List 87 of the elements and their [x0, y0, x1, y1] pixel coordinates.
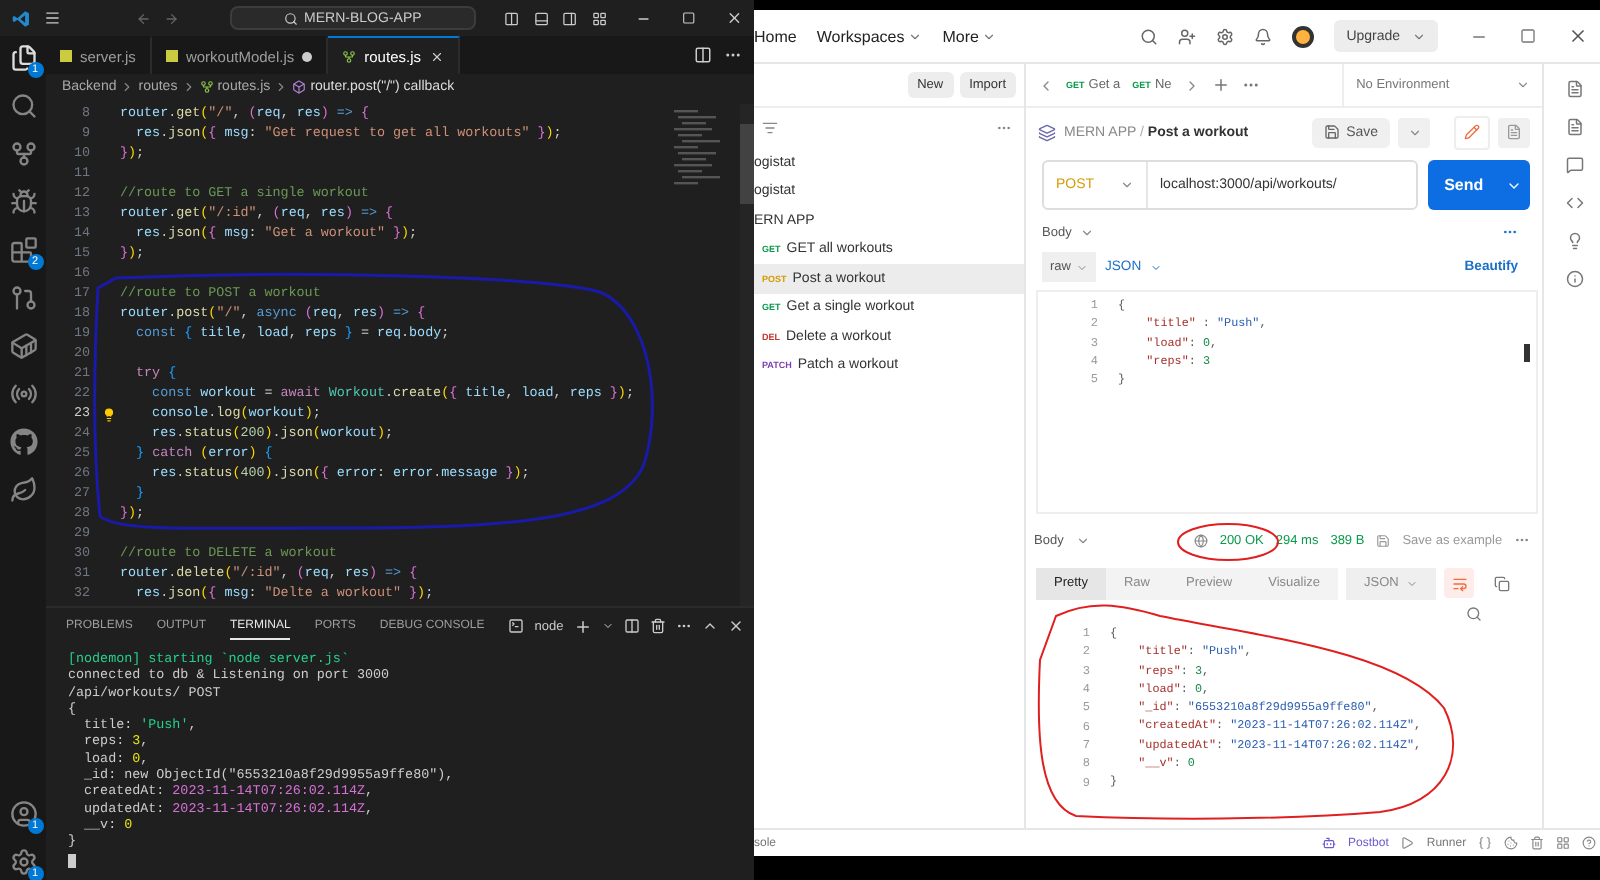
close-icon[interactable] — [727, 618, 744, 634]
app-logo-icon — [12, 7, 31, 29]
scrollbar-thumb[interactable] — [740, 124, 754, 204]
split-editor-icon[interactable] — [694, 46, 712, 64]
trash-icon[interactable] — [649, 618, 666, 634]
settings-icon[interactable] — [9, 848, 37, 876]
maximize-icon[interactable] — [681, 10, 696, 26]
panel-toggle-icon[interactable] — [533, 9, 549, 27]
braces-icon[interactable] — [1478, 836, 1493, 850]
copy-icon[interactable] — [1494, 575, 1511, 591]
code-icon[interactable] — [1565, 194, 1584, 212]
help-icon[interactable] — [1582, 836, 1597, 850]
chevron-icon[interactable] — [601, 620, 614, 632]
save-icon — [1376, 533, 1391, 547]
terminal-cursor — [68, 853, 76, 868]
pull-request-icon[interactable] — [9, 284, 37, 312]
invite-icon[interactable] — [1178, 27, 1197, 45]
back-arrow-icon[interactable] — [135, 9, 151, 27]
chevron-icon — [1407, 125, 1422, 139]
chevron-icon — [181, 79, 196, 93]
close-icon[interactable] — [429, 49, 443, 63]
docs-button[interactable] — [1498, 117, 1531, 147]
document-icon — [1506, 124, 1523, 140]
close-icon[interactable] — [1568, 26, 1589, 46]
search-icon[interactable] — [1140, 27, 1159, 45]
filter-icon[interactable] — [762, 120, 778, 136]
nav-menu[interactable]: Workspaces — [816, 27, 923, 45]
chevron-icon[interactable] — [1412, 29, 1427, 43]
collection-icon — [1038, 123, 1056, 141]
github-icon[interactable] — [9, 428, 37, 456]
js-file-icon — [165, 50, 178, 62]
chevron-icon[interactable] — [982, 29, 997, 43]
wrap-button[interactable] — [1444, 568, 1475, 598]
documentation-icon[interactable] — [1565, 118, 1584, 136]
info-icon[interactable] — [1565, 270, 1584, 288]
pencil-icon — [1464, 124, 1481, 140]
chevron-icon — [274, 79, 289, 93]
lightbulb-icon[interactable] — [102, 407, 116, 421]
chevron-icon — [120, 79, 135, 93]
cookie-icon[interactable] — [1504, 836, 1519, 850]
search-icon[interactable] — [9, 92, 37, 120]
forward-arrow-icon[interactable] — [164, 9, 180, 27]
robot-icon — [1322, 836, 1337, 850]
leaf-icon[interactable] — [9, 476, 37, 504]
save-icon — [1324, 124, 1341, 140]
send-button[interactable]: Send — [1428, 160, 1531, 210]
close-icon[interactable] — [725, 8, 743, 28]
edit-button[interactable] — [1454, 115, 1491, 149]
extensions-icon[interactable] — [9, 236, 37, 264]
nav-menu[interactable]: More — [942, 27, 997, 45]
nav-menu[interactable]: Home — [754, 27, 797, 45]
account-icon[interactable] — [9, 800, 37, 828]
chevron-icon[interactable] — [1516, 78, 1531, 92]
route-file-icon — [199, 79, 214, 93]
chevron-icon[interactable] — [908, 29, 923, 43]
branch-icon[interactable] — [9, 140, 37, 168]
layout-icon[interactable] — [591, 9, 607, 27]
sidebar-toggle-icon[interactable] — [504, 9, 520, 27]
annotation-loop — [1177, 523, 1279, 561]
comment-icon[interactable] — [1565, 156, 1584, 174]
wrap-icon — [1451, 575, 1468, 591]
maximize-panel-icon[interactable] — [701, 618, 718, 634]
route-file-icon — [342, 49, 357, 63]
remote-icon[interactable] — [9, 380, 37, 408]
search-icon — [284, 11, 299, 25]
avatar[interactable] — [1292, 25, 1315, 47]
secondary-sidebar-icon[interactable] — [562, 9, 578, 27]
scroll-left-icon[interactable] — [1038, 77, 1054, 93]
bell-icon[interactable] — [1254, 27, 1273, 45]
new-tab-icon[interactable] — [1211, 76, 1230, 94]
js-file-icon — [60, 50, 72, 62]
chevron-icon[interactable] — [1079, 225, 1094, 239]
container-icon[interactable] — [9, 332, 37, 360]
new-terminal-icon[interactable] — [573, 617, 592, 635]
chevron-icon[interactable] — [1075, 533, 1090, 547]
bug-icon[interactable] — [9, 188, 37, 216]
document-icon[interactable] — [1565, 80, 1584, 98]
search-icon[interactable] — [1466, 606, 1483, 622]
settings-icon[interactable] — [1216, 27, 1235, 45]
runner-icon — [1400, 836, 1415, 850]
terminal-icon — [508, 618, 525, 634]
chevron-icon[interactable] — [1120, 178, 1134, 192]
text-cursor — [1524, 344, 1531, 362]
files-icon[interactable] — [9, 44, 37, 72]
split-terminal-icon[interactable] — [623, 618, 640, 634]
menu-icon[interactable] — [44, 8, 62, 28]
globe-icon — [1193, 533, 1208, 547]
